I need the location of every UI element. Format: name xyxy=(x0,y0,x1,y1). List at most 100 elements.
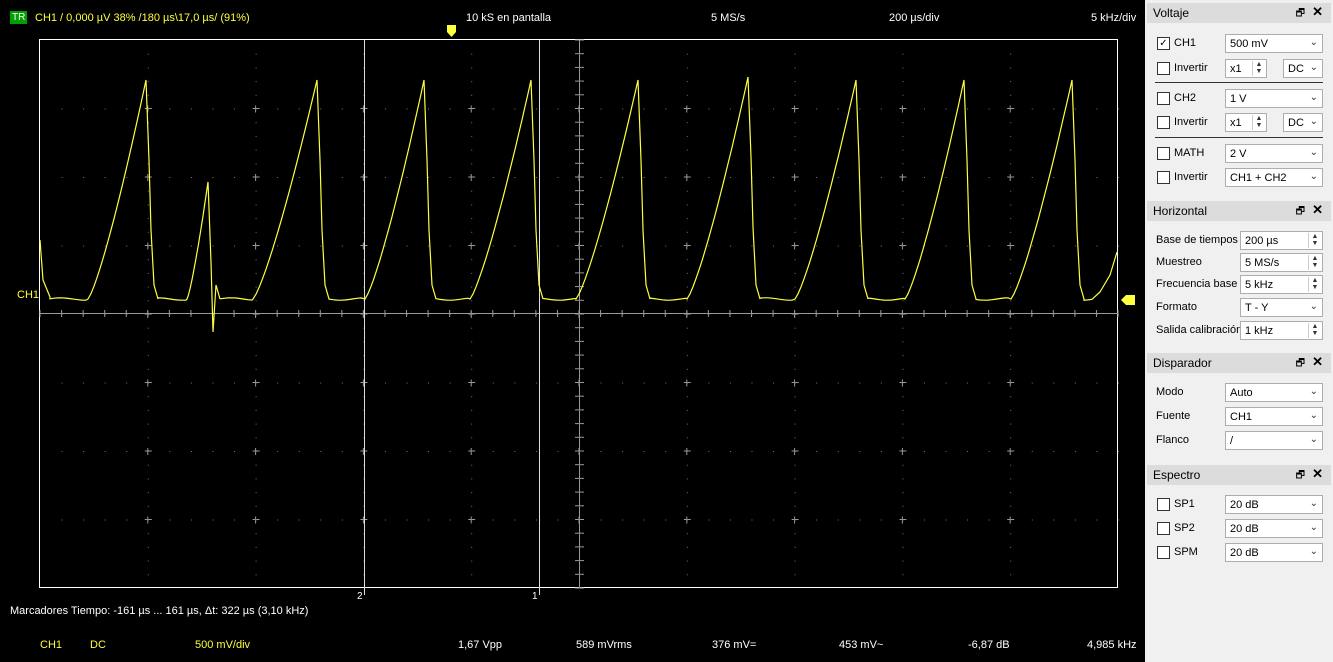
ch1-gain-select[interactable]: 500 mV ⌄ xyxy=(1225,34,1323,53)
trigger-source-select[interactable]: CH1 ⌄ xyxy=(1225,407,1323,426)
math-mode-select[interactable]: CH1 + CH2 ⌄ xyxy=(1225,168,1323,187)
grid-dot xyxy=(837,108,839,110)
grid-dot xyxy=(147,177,149,178)
close-icon[interactable]: ✕ xyxy=(1312,466,1323,482)
marker-1-label[interactable]: 1 xyxy=(532,591,538,602)
grid-dot xyxy=(794,81,796,83)
grid-dot xyxy=(622,519,624,521)
chevron-down-icon: ⌄ xyxy=(1309,92,1318,103)
grid-dot xyxy=(384,245,386,247)
ch2-gain-select[interactable]: 1 V ⌄ xyxy=(1225,89,1323,108)
spin-arrows-icon[interactable]: ▲ ▼ xyxy=(1308,277,1321,292)
invert1-row: Invertir x1 ▲ ▼ DC ⌄ xyxy=(1147,58,1331,80)
grid-dot xyxy=(643,519,645,521)
ch1-offset-label[interactable]: CH1 xyxy=(17,289,39,301)
math-gain-select[interactable]: 2 V ⌄ xyxy=(1225,144,1323,163)
grid-dot xyxy=(816,108,818,110)
ch1-probe-spinbox[interactable]: x1 ▲ ▼ xyxy=(1225,59,1267,78)
format-row: Formato T - Y ⌄ xyxy=(1147,297,1331,319)
grid-dot xyxy=(471,355,473,357)
trigger-level-marker[interactable] xyxy=(1121,295,1135,305)
grid-dot xyxy=(212,177,214,178)
invert3-checkbox[interactable] xyxy=(1157,171,1170,184)
sp2-checkbox[interactable] xyxy=(1157,522,1170,535)
grid-dot xyxy=(1096,519,1098,521)
grid-dot xyxy=(579,300,580,302)
ch1-checkbox[interactable]: ✓ xyxy=(1157,37,1170,50)
grid-dot xyxy=(622,108,624,110)
spm-scale-select[interactable]: 20 dB ⌄ xyxy=(1225,543,1323,562)
math-mode-value: CH1 + CH2 xyxy=(1230,172,1287,184)
spin-arrows-icon[interactable]: ▲ ▼ xyxy=(1308,233,1321,248)
ch1-coupling-select[interactable]: DC ⌄ xyxy=(1283,59,1323,78)
spin-arrows-icon[interactable]: ▲ ▼ xyxy=(1252,61,1265,76)
grid-dot xyxy=(147,451,149,452)
math-checkbox[interactable] xyxy=(1157,147,1170,160)
ch2-probe-spinbox[interactable]: x1 ▲ ▼ xyxy=(1225,113,1267,132)
grid-dot xyxy=(794,218,796,220)
spin-arrows-icon[interactable]: ▲ ▼ xyxy=(1252,115,1265,130)
grid-dot xyxy=(169,451,171,452)
grid-dot xyxy=(837,177,839,178)
grid-dot xyxy=(773,245,775,247)
grid-dot xyxy=(579,122,580,124)
trigger-mode-select[interactable]: Auto ⌄ xyxy=(1225,383,1323,402)
close-icon[interactable]: ✕ xyxy=(1312,202,1323,218)
freqbase-spinbox[interactable]: 5 kHz ▲ ▼ xyxy=(1240,275,1323,294)
grid-dot xyxy=(988,177,990,178)
invert2-checkbox[interactable] xyxy=(1157,116,1170,129)
settings-panel: Voltaje 🗗 ✕ ✓ CH1 500 mV ⌄ Invertir x1 ▲ ▼ … xyxy=(1147,0,1333,662)
grid-dot xyxy=(341,245,343,247)
grid-dot xyxy=(234,382,236,384)
float-icon[interactable]: 🗗 xyxy=(1296,468,1305,485)
grid-dot xyxy=(686,492,688,494)
calibration-spinbox[interactable]: 1 kHz ▲ ▼ xyxy=(1240,321,1323,340)
grid-dot xyxy=(428,382,430,384)
grid-dot xyxy=(471,67,473,69)
grid-dot xyxy=(579,327,580,329)
spm-checkbox[interactable] xyxy=(1157,546,1170,559)
grid-dot xyxy=(1010,245,1012,247)
grid-dot xyxy=(686,272,688,274)
trigger-position-marker[interactable] xyxy=(447,25,456,37)
timebase-spinbox[interactable]: 200 µs ▲ ▼ xyxy=(1240,231,1323,250)
ch2-checkbox[interactable] xyxy=(1157,92,1170,105)
grid-dot xyxy=(449,519,451,521)
float-icon[interactable]: 🗗 xyxy=(1296,356,1305,373)
grid-dot xyxy=(579,177,580,178)
format-select[interactable]: T - Y ⌄ xyxy=(1240,298,1323,317)
sp1-scale-select[interactable]: 20 dB ⌄ xyxy=(1225,495,1323,514)
marker-2-label[interactable]: 2 xyxy=(357,591,363,602)
ch2-coupling-select[interactable]: DC ⌄ xyxy=(1283,113,1323,132)
spin-arrows-icon[interactable]: ▲ ▼ xyxy=(1308,255,1321,270)
calibration-value: 1 kHz xyxy=(1245,325,1274,337)
float-icon[interactable]: 🗗 xyxy=(1296,204,1305,221)
grid-dot xyxy=(773,177,775,178)
sp2-scale-select[interactable]: 20 dB ⌄ xyxy=(1225,519,1323,538)
invert1-checkbox[interactable] xyxy=(1157,62,1170,75)
grid-dot xyxy=(147,272,149,274)
grid-dot xyxy=(255,231,257,233)
grid-dot xyxy=(471,368,473,370)
spm-label: SPM xyxy=(1174,546,1198,558)
grid-dot xyxy=(83,382,85,384)
float-icon[interactable]: 🗗 xyxy=(1296,6,1305,23)
spin-arrows-icon[interactable]: ▲ ▼ xyxy=(1308,323,1321,338)
grid-dot xyxy=(665,451,667,452)
grid-dot xyxy=(729,177,731,178)
grid-dot xyxy=(449,245,451,247)
trigger-slope-select[interactable]: / ⌄ xyxy=(1225,431,1323,450)
voltage-dock-title: Voltaje 🗗 ✕ xyxy=(1147,3,1331,23)
oscilloscope-plot[interactable] xyxy=(0,0,1145,662)
calibration-label: Salida calibración xyxy=(1156,324,1243,336)
grid-dot xyxy=(729,451,731,452)
grid-dot xyxy=(686,423,688,425)
samplerate-spinbox[interactable]: 5 MS/s ▲ ▼ xyxy=(1240,253,1323,272)
grid-dot xyxy=(104,382,106,384)
close-icon[interactable]: ✕ xyxy=(1312,4,1323,20)
grid-dot xyxy=(384,177,386,178)
grid-dot xyxy=(212,382,214,384)
grid-dot xyxy=(665,245,667,247)
sp1-checkbox[interactable] xyxy=(1157,498,1170,511)
close-icon[interactable]: ✕ xyxy=(1312,354,1323,370)
